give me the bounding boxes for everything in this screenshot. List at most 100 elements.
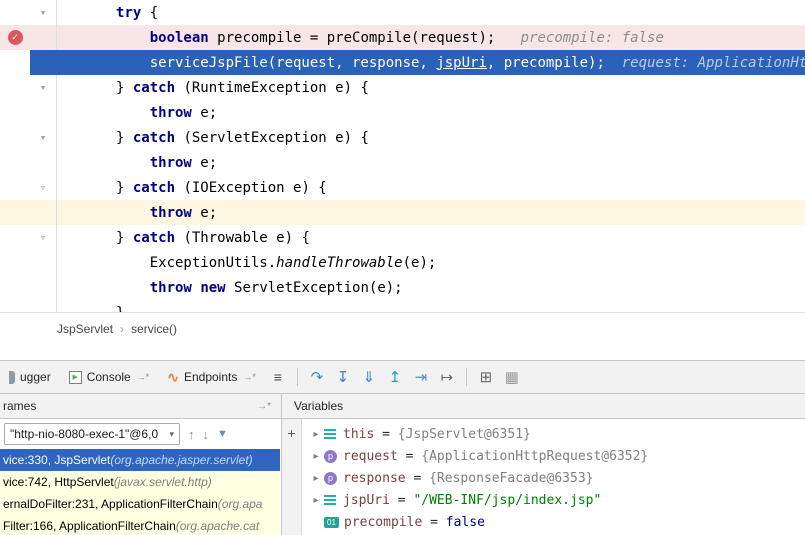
gutter-breakpoint-area[interactable] <box>0 100 30 125</box>
gutter-fold-area[interactable]: ▿ <box>30 225 57 250</box>
variable-row[interactable]: ▸presponse = {ResponseFacade@6353} <box>302 467 805 489</box>
code-line-text: throw new ServletException(e); <box>57 280 805 296</box>
variable-value: false <box>446 515 485 530</box>
gutter-breakpoint-area[interactable] <box>0 250 30 275</box>
code-line[interactable]: throw e; <box>0 100 805 125</box>
stack-frame-row[interactable]: vice:742, HttpServlet (javax.servlet.htt… <box>0 471 280 493</box>
gutter-fold-area[interactable]: ▾ <box>30 75 57 100</box>
gutter-fold-area[interactable] <box>30 300 57 312</box>
tree-expand-icon[interactable]: ▸ <box>308 495 324 506</box>
evaluate-expression-icon[interactable]: ⊞ <box>473 365 499 389</box>
previous-frame-icon[interactable]: ↑ <box>188 427 195 442</box>
tab-endpoints-label: Endpoints <box>184 370 237 384</box>
tab-debugger[interactable]: ugger <box>0 361 60 393</box>
gutter-fold-area[interactable] <box>30 50 57 75</box>
code-token <box>57 105 150 121</box>
variable-row[interactable]: 01precompile = false <box>302 511 805 533</box>
tree-expand-icon[interactable]: ▸ <box>308 451 324 462</box>
chevron-down-icon: ▾ <box>169 429 174 440</box>
code-token: precompile = preCompile(request); <box>209 30 496 46</box>
variable-row[interactable]: ▸prequest = {ApplicationHttpRequest@6352… <box>302 445 805 467</box>
code-line[interactable]: ▿ } catch (IOException e) { <box>0 175 805 200</box>
tree-expand-icon[interactable]: ▸ <box>308 429 324 440</box>
gutter-breakpoint-area[interactable] <box>0 300 30 312</box>
gutter-fold-area[interactable] <box>30 25 57 50</box>
toolbar-separator <box>466 368 467 386</box>
variable-row[interactable]: ▸jspUri = "/WEB-INF/jsp/index.jsp" <box>302 489 805 511</box>
pin-icon[interactable]: →* <box>257 401 271 412</box>
tree-expand-icon[interactable]: ▸ <box>308 473 324 484</box>
code-line[interactable]: ▾ } catch (ServletException e) { <box>0 125 805 150</box>
run-to-cursor-icon[interactable]: ↦ <box>434 365 460 389</box>
tab-console[interactable]: ▶ Console →* <box>60 361 159 393</box>
breakpoint-icon[interactable]: ✓ <box>8 30 23 45</box>
fold-marker-icon[interactable]: ▿ <box>40 182 47 193</box>
equals-text: = <box>422 515 445 530</box>
gutter-breakpoint-area[interactable] <box>0 200 30 225</box>
code-token: serviceJspFile(request, response, <box>57 55 436 71</box>
fold-marker-icon[interactable]: ▾ <box>40 7 47 18</box>
stack-frame-row[interactable]: ernalDoFilter:231, ApplicationFilterChai… <box>0 493 280 515</box>
gutter-breakpoint-area[interactable]: ✓ <box>0 25 30 50</box>
step-over-icon[interactable]: ↷ <box>304 365 330 389</box>
gutter-breakpoint-area[interactable] <box>0 50 30 75</box>
tab-options-icon[interactable]: →* <box>243 372 256 382</box>
gutter-fold-area[interactable] <box>30 200 57 225</box>
fold-marker-icon[interactable]: ▾ <box>40 132 47 143</box>
gutter-fold-area[interactable]: ▾ <box>30 125 57 150</box>
gutter-fold-area[interactable]: ▾ <box>30 0 57 25</box>
fold-marker-icon[interactable]: ▾ <box>40 82 47 93</box>
code-line[interactable]: throw e; <box>0 150 805 175</box>
editor-code-lines: ▾ try {✓ boolean precompile = preCompile… <box>0 0 805 312</box>
code-line[interactable]: ▾ try { <box>0 0 805 25</box>
filter-icon[interactable]: ▼ <box>217 428 228 440</box>
layout-grid-icon[interactable]: ▦ <box>499 365 525 389</box>
gutter-fold-area[interactable] <box>30 250 57 275</box>
next-frame-icon[interactable]: ↓ <box>203 427 210 442</box>
code-line[interactable]: throw new ServletException(e); <box>0 275 805 300</box>
stack-frame-row[interactable]: Filter:166, ApplicationFilterChain (org.… <box>0 515 280 535</box>
code-line[interactable]: throw e; <box>0 200 805 225</box>
endpoints-icon: ∿ <box>167 369 179 386</box>
add-watch-icon[interactable]: + <box>287 426 295 440</box>
gutter-breakpoint-area[interactable] <box>0 175 30 200</box>
gutter-breakpoint-area[interactable] <box>0 0 30 25</box>
step-out-icon[interactable]: ↥ <box>382 365 408 389</box>
gutter-breakpoint-area[interactable] <box>0 150 30 175</box>
variables-toolbar: + <box>282 419 302 535</box>
stack-frame-row[interactable]: vice:330, JspServlet (org.apache.jasper.… <box>0 449 280 471</box>
code-token: (IOException e) { <box>175 180 327 196</box>
tab-endpoints[interactable]: ∿ Endpoints →* <box>158 361 265 393</box>
gutter-fold-area[interactable] <box>30 100 57 125</box>
gutter-breakpoint-area[interactable] <box>0 75 30 100</box>
code-line[interactable]: ▿ } catch (Throwable e) { <box>0 225 805 250</box>
gutter-breakpoint-area[interactable] <box>0 225 30 250</box>
code-line[interactable]: ExceptionUtils.handleThrowable(e); <box>0 250 805 275</box>
drop-frame-icon[interactable]: ⇥ <box>408 365 434 389</box>
code-token: new <box>200 280 225 296</box>
code-line[interactable]: ▾ } catch (RuntimeException e) { <box>0 75 805 100</box>
gutter-breakpoint-area[interactable] <box>0 125 30 150</box>
code-editor[interactable]: ▾ try {✓ boolean precompile = preCompile… <box>0 0 805 312</box>
code-token: e; <box>192 155 217 171</box>
variable-value: {ApplicationHttpRequest@6352} <box>421 449 648 464</box>
force-step-into-icon[interactable]: ⇓ <box>356 365 382 389</box>
variables-panel-header: Variables <box>281 394 805 418</box>
frame-location-text: ernalDoFilter:231, ApplicationFilterChai… <box>3 497 218 511</box>
breadcrumb-item-method[interactable]: service() <box>131 322 177 336</box>
step-into-icon[interactable]: ↧ <box>330 365 356 389</box>
variable-row[interactable]: ▸this = {JspServlet@6351} <box>302 423 805 445</box>
code-token: request: ApplicationHttpRe <box>622 55 805 71</box>
menu-icon[interactable]: ≡ <box>265 365 291 389</box>
breadcrumb-item-class[interactable]: JspServlet <box>57 322 113 336</box>
tab-options-icon[interactable]: →* <box>137 372 150 382</box>
thread-dropdown[interactable]: "http-nio-8080-exec-1"@6,0 ▾ <box>4 423 180 445</box>
code-line[interactable]: } <box>0 300 805 312</box>
gutter-fold-area[interactable]: ▿ <box>30 175 57 200</box>
code-line[interactable]: serviceJspFile(request, response, jspUri… <box>0 50 805 75</box>
gutter-fold-area[interactable] <box>30 150 57 175</box>
code-line[interactable]: ✓ boolean precompile = preCompile(reques… <box>0 25 805 50</box>
gutter-fold-area[interactable] <box>30 275 57 300</box>
gutter-breakpoint-area[interactable] <box>0 275 30 300</box>
fold-marker-icon[interactable]: ▿ <box>40 232 47 243</box>
